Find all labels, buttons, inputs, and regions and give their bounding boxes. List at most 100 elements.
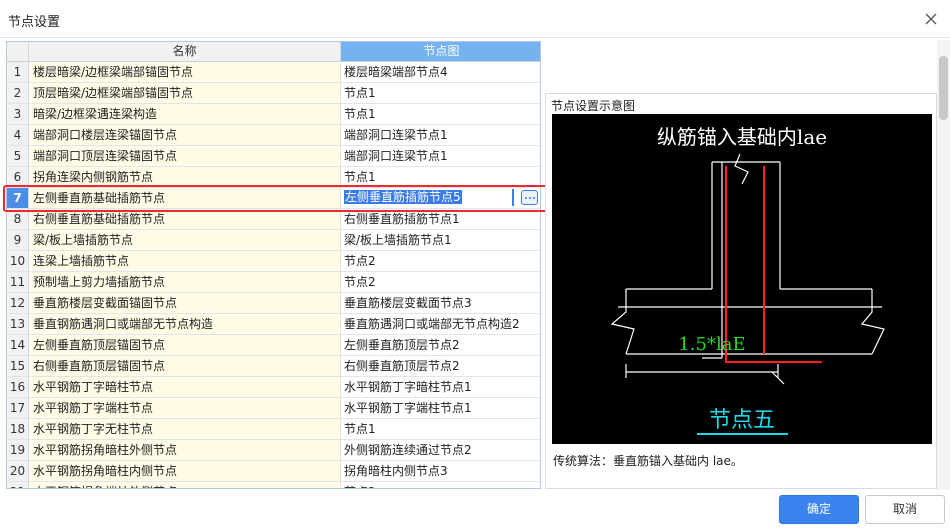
- table-row[interactable]: 11 预制墙上剪力墙插筋节点 节点2: [7, 272, 540, 293]
- row-node-cell[interactable]: 水平钢筋丁字暗柱节点1: [341, 377, 540, 397]
- row-name-cell[interactable]: 楼层暗梁/边框梁端部锚固节点: [29, 62, 341, 82]
- node-settings-grid: 名称 节点图 1 楼层暗梁/边框梁端部锚固节点 楼层暗梁端部节点4 2 顶层暗梁/边框梁…: [6, 41, 541, 489]
- preview-panel: 节点设置示意图 纵筋锚入基础内lae 1.5*laE 节点五 传统算法：垂直筋锚…: [545, 93, 937, 489]
- row-number[interactable]: 21: [7, 482, 29, 488]
- row-number[interactable]: 18: [7, 419, 29, 439]
- row-name-cell[interactable]: 水平钢筋拐角端柱外侧节点: [29, 482, 341, 488]
- row-node-cell[interactable]: 左侧垂直筋插筋节点5: [341, 188, 540, 208]
- row-node-cell[interactable]: 垂直筋楼层变截面节点3: [341, 293, 540, 313]
- row-name-cell[interactable]: 梁/板上墙插筋节点: [29, 230, 341, 250]
- table-row[interactable]: 14 左侧垂直筋顶层锚固节点 左侧垂直筋顶层节点2: [7, 335, 540, 356]
- row-node-cell[interactable]: 外侧钢筋连续通过节点2: [341, 440, 540, 460]
- row-number[interactable]: 12: [7, 293, 29, 313]
- row-number[interactable]: 8: [7, 209, 29, 229]
- table-row[interactable]: 3 暗梁/边框梁遇连梁构造 节点1: [7, 104, 540, 125]
- row-name-cell[interactable]: 垂直钢筋遇洞口或端部无节点构造: [29, 314, 341, 334]
- table-row[interactable]: 6 拐角连梁内侧钢筋节点 节点1: [7, 167, 540, 188]
- row-number[interactable]: 9: [7, 230, 29, 250]
- table-row[interactable]: 15 右侧垂直筋顶层锚固节点 右侧垂直筋顶层节点2: [7, 356, 540, 377]
- row-number[interactable]: 11: [7, 272, 29, 292]
- row-number[interactable]: 10: [7, 251, 29, 271]
- row-number[interactable]: 17: [7, 398, 29, 418]
- row-name-cell[interactable]: 预制墙上剪力墙插筋节点: [29, 272, 341, 292]
- table-row[interactable]: 4 端部洞口楼层连梁锚固节点 端部洞口连梁节点1: [7, 125, 540, 146]
- row-node-cell[interactable]: 节点1: [341, 167, 540, 187]
- row-number[interactable]: 3: [7, 104, 29, 124]
- table-row[interactable]: 1 楼层暗梁/边框梁端部锚固节点 楼层暗梁端部节点4: [7, 62, 540, 83]
- row-node-cell[interactable]: 楼层暗梁端部节点4: [341, 62, 540, 82]
- row-number[interactable]: 2: [7, 83, 29, 103]
- row-name-cell[interactable]: 右侧垂直筋基础插筋节点: [29, 209, 341, 229]
- close-icon[interactable]: [918, 6, 944, 32]
- row-name-cell[interactable]: 水平钢筋拐角暗柱外侧节点: [29, 440, 341, 460]
- vertical-scrollbar[interactable]: [937, 40, 950, 490]
- row-node-cell[interactable]: 节点1: [341, 104, 540, 124]
- row-name-cell[interactable]: 右侧垂直筋顶层锚固节点: [29, 356, 341, 376]
- node-cell-selected-text: 左侧垂直筋插筋节点5: [344, 190, 462, 204]
- column-header-name[interactable]: 名称: [29, 42, 341, 62]
- scrollbar-thumb[interactable]: [939, 56, 948, 120]
- row-node-cell[interactable]: 左侧垂直筋顶层节点2: [341, 335, 540, 355]
- row-name-cell[interactable]: 顶层暗梁/边框梁端部锚固节点: [29, 83, 341, 103]
- ellipsis-icon[interactable]: [521, 190, 538, 205]
- table-row[interactable]: 20 水平钢筋拐角暗柱内侧节点 拐角暗柱内侧节点3: [7, 461, 540, 482]
- cancel-button[interactable]: 取消: [865, 495, 945, 524]
- algorithm-description: 传统算法：垂直筋锚入基础内 lae。: [553, 454, 743, 468]
- row-number[interactable]: 14: [7, 335, 29, 355]
- table-row[interactable]: 17 水平钢筋丁字端柱节点 水平钢筋丁字端柱节点1: [7, 398, 540, 419]
- header-corner: [7, 42, 29, 62]
- row-node-cell[interactable]: 节点2: [341, 482, 540, 488]
- table-row[interactable]: 12 垂直筋楼层变截面锚固节点 垂直筋楼层变截面节点3: [7, 293, 540, 314]
- row-name-cell[interactable]: 水平钢筋拐角暗柱内侧节点: [29, 461, 341, 481]
- row-node-cell[interactable]: 水平钢筋丁字端柱节点1: [341, 398, 540, 418]
- row-number[interactable]: 5: [7, 146, 29, 166]
- row-number[interactable]: 4: [7, 125, 29, 145]
- row-name-cell[interactable]: 水平钢筋丁字端柱节点: [29, 398, 341, 418]
- row-name-cell[interactable]: 端部洞口楼层连梁锚固节点: [29, 125, 341, 145]
- row-name-cell[interactable]: 水平钢筋丁字无柱节点: [29, 419, 341, 439]
- row-name-cell[interactable]: 水平钢筋丁字暗柱节点: [29, 377, 341, 397]
- table-row[interactable]: 2 顶层暗梁/边框梁端部锚固节点 节点1: [7, 83, 540, 104]
- dialog-title: 节点设置: [8, 15, 61, 30]
- table-row[interactable]: 5 端部洞口顶层连梁锚固节点 端部洞口连梁节点1: [7, 146, 540, 167]
- row-number[interactable]: 1: [7, 62, 29, 82]
- row-name-cell[interactable]: 左侧垂直筋顶层锚固节点: [29, 335, 341, 355]
- row-number[interactable]: 13: [7, 314, 29, 334]
- row-name-cell[interactable]: 拐角连梁内侧钢筋节点: [29, 167, 341, 187]
- table-row[interactable]: 16 水平钢筋丁字暗柱节点 水平钢筋丁字暗柱节点1: [7, 377, 540, 398]
- column-header-node-diagram[interactable]: 节点图: [341, 42, 540, 62]
- table-row[interactable]: 13 垂直钢筋遇洞口或端部无节点构造 垂直筋遇洞口或端部无节点构造2: [7, 314, 540, 335]
- row-node-cell[interactable]: 节点2: [341, 272, 540, 292]
- row-node-cell[interactable]: 节点1: [341, 419, 540, 439]
- row-node-cell[interactable]: 节点2: [341, 251, 540, 271]
- row-node-cell[interactable]: 端部洞口连梁节点1: [341, 125, 540, 145]
- ok-button[interactable]: 确定: [779, 495, 859, 524]
- row-number[interactable]: 20: [7, 461, 29, 481]
- row-node-cell[interactable]: 右侧垂直筋插筋节点1: [341, 209, 540, 229]
- row-number[interactable]: 19: [7, 440, 29, 460]
- row-number[interactable]: 6: [7, 167, 29, 187]
- row-node-cell[interactable]: 节点1: [341, 83, 540, 103]
- table-row[interactable]: 19 水平钢筋拐角暗柱外侧节点 外侧钢筋连续通过节点2: [7, 440, 540, 461]
- row-node-cell[interactable]: 端部洞口连梁节点1: [341, 146, 540, 166]
- node-diagram-canvas: 纵筋锚入基础内lae 1.5*laE 节点五: [552, 114, 932, 444]
- table-row[interactable]: 7 左侧垂直筋基础插筋节点 左侧垂直筋插筋节点5: [7, 188, 540, 209]
- table-row[interactable]: 21水平钢筋拐角端柱外侧节点节点2: [7, 482, 540, 488]
- row-name-cell[interactable]: 连梁上墙插筋节点: [29, 251, 341, 271]
- row-name-cell[interactable]: 左侧垂直筋基础插筋节点: [29, 188, 341, 208]
- row-name-cell[interactable]: 端部洞口顶层连梁锚固节点: [29, 146, 341, 166]
- row-node-cell[interactable]: 拐角暗柱内侧节点3: [341, 461, 540, 481]
- row-node-cell[interactable]: 右侧垂直筋顶层节点2: [341, 356, 540, 376]
- node-cell-editor[interactable]: 左侧垂直筋插筋节点5: [344, 189, 514, 206]
- row-number[interactable]: 7: [7, 188, 29, 208]
- table-row[interactable]: 10 连梁上墙插筋节点 节点2: [7, 251, 540, 272]
- row-name-cell[interactable]: 垂直筋楼层变截面锚固节点: [29, 293, 341, 313]
- table-row[interactable]: 18 水平钢筋丁字无柱节点 节点1: [7, 419, 540, 440]
- row-number[interactable]: 16: [7, 377, 29, 397]
- row-name-cell[interactable]: 暗梁/边框梁遇连梁构造: [29, 104, 341, 124]
- table-row[interactable]: 9 梁/板上墙插筋节点 梁/板上墙插筋节点1: [7, 230, 540, 251]
- row-node-cell[interactable]: 垂直筋遇洞口或端部无节点构造2: [341, 314, 540, 334]
- row-number[interactable]: 15: [7, 356, 29, 376]
- row-node-cell[interactable]: 梁/板上墙插筋节点1: [341, 230, 540, 250]
- table-row[interactable]: 8 右侧垂直筋基础插筋节点 右侧垂直筋插筋节点1: [7, 209, 540, 230]
